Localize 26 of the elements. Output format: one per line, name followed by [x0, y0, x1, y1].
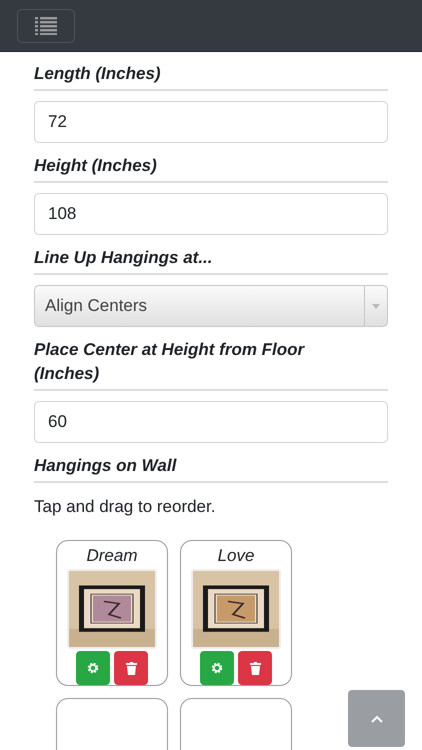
- field-label: Place Center at Height from Floor (Inches): [34, 338, 388, 391]
- caret-icon: [372, 304, 380, 308]
- input-field[interactable]: 72: [34, 101, 388, 143]
- trash-icon: [126, 662, 136, 674]
- hint-text: Tap and drag to reorder.: [34, 497, 216, 517]
- gear-icon: [211, 662, 223, 674]
- menu-button[interactable]: [17, 8, 75, 42]
- delete-button[interactable]: [114, 651, 148, 685]
- field-label: Length (Inches): [34, 62, 388, 91]
- section-heading: Hangings on Wall: [34, 454, 388, 483]
- hanging-title: Dream: [86, 545, 138, 567]
- hanging-card[interactable]: Love: [180, 540, 292, 686]
- chevron-up-icon: [370, 714, 382, 722]
- gear-icon: [87, 662, 99, 674]
- settings-button[interactable]: [200, 651, 234, 685]
- trash-icon: [250, 662, 260, 674]
- field-label: Line Up Hangings at...: [34, 246, 388, 275]
- input-field[interactable]: 108: [34, 193, 388, 235]
- list-icon: [35, 16, 57, 34]
- settings-button[interactable]: [76, 651, 110, 685]
- hanging-card[interactable]: Dream: [56, 540, 168, 686]
- input-field[interactable]: 60: [34, 401, 388, 443]
- select-field[interactable]: Align Centers: [34, 285, 388, 327]
- hanging-title: Love: [218, 545, 254, 567]
- field-label: Height (Inches): [34, 154, 388, 183]
- delete-button[interactable]: [238, 651, 272, 685]
